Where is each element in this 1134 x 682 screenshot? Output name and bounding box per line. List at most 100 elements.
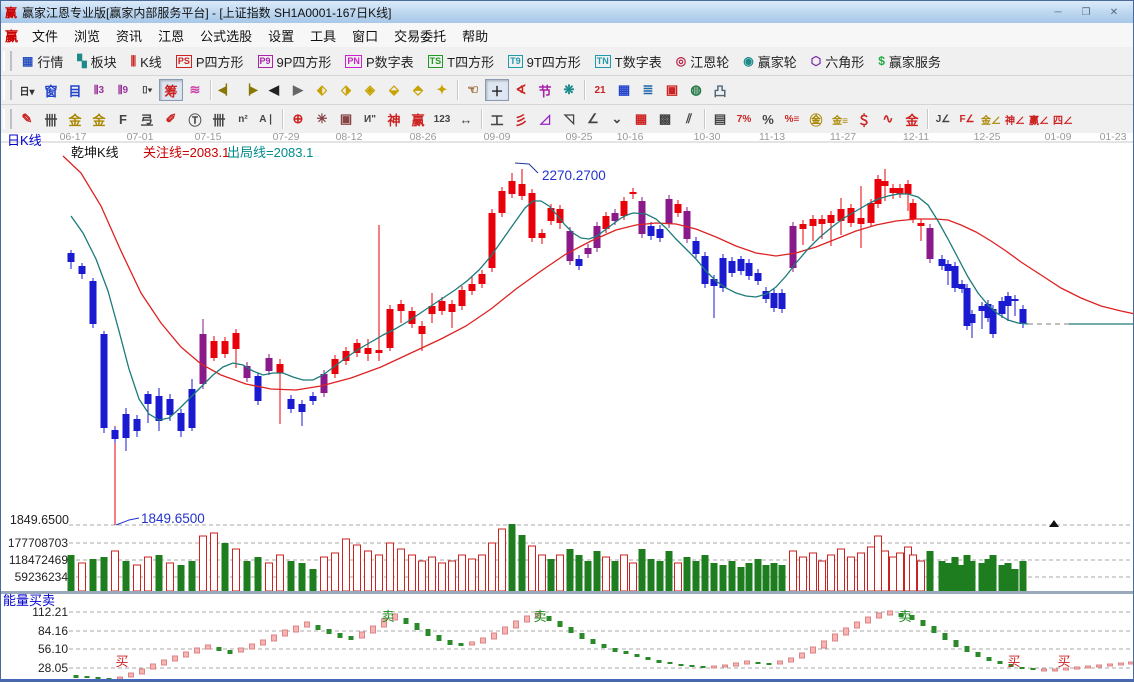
toolbar-button-box-fan[interactable]: ◿ bbox=[533, 108, 557, 130]
toolbar-button-t-square[interactable]: TST四方形 bbox=[421, 49, 501, 74]
menu-item-2[interactable]: 资讯 bbox=[108, 23, 150, 48]
toolbar-button-step-forward[interactable]: ▶ bbox=[286, 79, 310, 101]
toolbar-button-gold-red-lines[interactable]: 金 bbox=[900, 108, 924, 130]
toolbar-button-gold-circle[interactable]: ㊎ bbox=[804, 108, 828, 130]
toolbar-button-a-angle[interactable]: A❘ bbox=[255, 108, 279, 130]
toolbar-button-p-number-table[interactable]: PNP数字表 bbox=[338, 49, 420, 74]
toolbar-button-fence-plain[interactable]: 卌 bbox=[207, 108, 231, 130]
toolbar-button-knife-tool[interactable]: ✎ bbox=[15, 108, 39, 130]
menu-item-4[interactable]: 公式选股 bbox=[192, 23, 260, 48]
toolbar-button-chart-grid-3[interactable]: ⫼3 bbox=[87, 79, 111, 101]
toolbar-button-circle-star[interactable]: ✳ bbox=[310, 108, 334, 130]
toolbar-button-notes[interactable]: ≣ bbox=[636, 79, 660, 101]
toolbar-button-time-cycle[interactable]: Ⓣ bbox=[183, 108, 207, 130]
toolbar-button-shen-angle[interactable]: 神∠ bbox=[1003, 108, 1027, 130]
toolbar-button-candle-style-dropdown[interactable]: ⌷▾ bbox=[135, 79, 159, 101]
restore-button[interactable]: ❐ bbox=[1077, 7, 1095, 18]
toolbar-button-f-angle[interactable]: F∠ bbox=[955, 108, 979, 130]
toolbar-button-sectors[interactable]: ▚板块 bbox=[70, 49, 123, 74]
toolbar-button-step-back[interactable]: ◀ bbox=[262, 79, 286, 101]
toolbar-button-print[interactable]: 凸 bbox=[708, 79, 732, 101]
toolbar-button-angle-measure[interactable]: ∢ bbox=[509, 79, 533, 101]
menu-item-8[interactable]: 交易委托 bbox=[386, 23, 454, 48]
toolbar-button-bow-fence[interactable]: 弖 bbox=[135, 108, 159, 130]
toolbar-button-percent[interactable]: % bbox=[756, 108, 780, 130]
toolbar-button-hexagon[interactable]: ⬡六角形 bbox=[804, 49, 872, 74]
toolbar-button-goto-first[interactable]: ◀▏ bbox=[214, 79, 238, 101]
toolbar-button-span-arrows[interactable]: ↔ bbox=[454, 108, 478, 130]
toolbar-button-f-fence[interactable]: F bbox=[111, 108, 135, 130]
toolbar-button-winner-wheel[interactable]: ◉赢家轮 bbox=[736, 49, 804, 74]
toolbar-button-box-tool[interactable]: 工 bbox=[485, 108, 509, 130]
toolbar-button-gold-lines[interactable]: 金≡ bbox=[828, 108, 852, 130]
toolbar-button-crosshair[interactable]: ＋ bbox=[485, 79, 509, 101]
toolbar-button-percent-lines[interactable]: %≡ bbox=[780, 108, 804, 130]
toolbar-button-ying-fence[interactable]: 赢 bbox=[406, 108, 430, 130]
toolbar-button-calculator[interactable]: ▦ bbox=[612, 79, 636, 101]
toolbar-button-chart-grid-9[interactable]: ⫼9 bbox=[111, 79, 135, 101]
toolbar-button-gann-tool[interactable]: 节 bbox=[533, 79, 557, 101]
kline-chart[interactable]: 06-1707-0107-1507-2908-1208-2609-0909-25… bbox=[1, 133, 1134, 681]
toolbar-button-circle-square[interactable]: ▣ bbox=[334, 108, 358, 130]
toolbar-button-9t-square[interactable]: T99T四方形 bbox=[501, 49, 588, 74]
toolbar-button-gold-fence[interactable]: 金 bbox=[63, 108, 87, 130]
toolbar-button-circle-cross[interactable]: ⊕ bbox=[286, 108, 310, 130]
toolbar-button-kline[interactable]: ⫼K线 bbox=[124, 49, 169, 74]
toolbar-button-si-angle[interactable]: 四∠ bbox=[1051, 108, 1075, 130]
toolbar-button-gann-wheel[interactable]: ◎江恩轮 bbox=[669, 49, 737, 74]
toolbar-button-parallel-lines[interactable]: ⫽ bbox=[677, 108, 701, 130]
toolbar-button-grid-arrow[interactable]: ▩ bbox=[653, 108, 677, 130]
toolbar-button-wave-mark[interactable]: И" bbox=[358, 108, 382, 130]
toolbar-button-calendar-21[interactable]: 21 bbox=[588, 79, 612, 101]
toolbar-button-number-fence[interactable]: 123 bbox=[430, 108, 454, 130]
toolbar-button-percent-7[interactable]: 7% bbox=[732, 108, 756, 130]
toolbar-button-save[interactable]: ▣ bbox=[660, 79, 684, 101]
toolbar-button-goto-last[interactable]: ▕▶ bbox=[238, 79, 262, 101]
toolbar-button-shen-fence[interactable]: 神 bbox=[382, 108, 406, 130]
minimize-button[interactable]: ─ bbox=[1049, 7, 1067, 18]
toolbar-button-money-brush[interactable]: ＄ bbox=[852, 108, 876, 130]
menu-item-7[interactable]: 窗口 bbox=[344, 23, 386, 48]
menu-item-6[interactable]: 工具 bbox=[302, 23, 344, 48]
toolbar-button-zoom-out-horizontal[interactable]: ◈ bbox=[358, 79, 382, 101]
close-button[interactable]: ✕ bbox=[1105, 7, 1123, 18]
toolbar-button-color-volume[interactable]: ≋ bbox=[183, 79, 207, 101]
toolbar-button-wave-line[interactable]: ∿ bbox=[876, 108, 900, 130]
toolbar-button-j-angle[interactable]: J∠ bbox=[931, 108, 955, 130]
toolbar-button-zoom-right[interactable]: ⬗ bbox=[334, 79, 358, 101]
toolbar-button-drag-hand[interactable]: ☜ bbox=[461, 79, 485, 101]
toolbar-button-smart-analysis[interactable]: ❋ bbox=[557, 79, 581, 101]
toolbar-button-winner-service[interactable]: $赢家服务 bbox=[871, 49, 948, 74]
toolbar-button-export-web[interactable]: ◍ bbox=[684, 79, 708, 101]
toolbar-button-t-number-table[interactable]: TNT数字表 bbox=[588, 49, 669, 74]
menu-item-0[interactable]: 文件 bbox=[24, 23, 66, 48]
toolbar-button-fan-rays[interactable]: 彡 bbox=[509, 108, 533, 130]
toolbar-button-v-waves[interactable]: ⌄ bbox=[605, 108, 629, 130]
toolbar-button-brush-ruler[interactable]: ✐ bbox=[159, 108, 183, 130]
toolbar-button-n2-fence[interactable]: n² bbox=[231, 108, 255, 130]
energy-candle bbox=[646, 657, 651, 660]
toolbar-button-quotes[interactable]: ▦行情 bbox=[15, 49, 70, 74]
toolbar-button-fence-ruler[interactable]: 卌 bbox=[39, 108, 63, 130]
menu-item-1[interactable]: 浏览 bbox=[66, 23, 108, 48]
toolbar-button-zoom-left[interactable]: ⬖ bbox=[310, 79, 334, 101]
menu-item-9[interactable]: 帮助 bbox=[454, 23, 496, 48]
toolbar-button-gold-fence-2[interactable]: 金 bbox=[87, 108, 111, 130]
toolbar-button-gold-angle[interactable]: 金∠ bbox=[979, 108, 1003, 130]
toolbar-button-red-grid[interactable]: ▦ bbox=[629, 108, 653, 130]
toolbar-button-9p-square[interactable]: P99P四方形 bbox=[251, 49, 339, 74]
menu-item-5[interactable]: 设置 bbox=[260, 23, 302, 48]
toolbar-button-percent-table[interactable]: ▤ bbox=[708, 108, 732, 130]
toolbar-button-zoom-vertical[interactable]: ⬘ bbox=[406, 79, 430, 101]
toolbar-button-window-layout[interactable]: 窗 bbox=[39, 79, 63, 101]
toolbar-button-ying-angle[interactable]: 赢∠ bbox=[1027, 108, 1051, 130]
toolbar-button-info-panel[interactable]: 目 bbox=[63, 79, 87, 101]
toolbar-button-p-square[interactable]: PSP四方形 bbox=[169, 49, 251, 74]
menu-item-3[interactable]: 江恩 bbox=[150, 23, 192, 48]
toolbar-button-zoom-all[interactable]: ✦ bbox=[430, 79, 454, 101]
toolbar-button-period-day-dropdown[interactable]: 日▾ bbox=[15, 79, 39, 101]
toolbar-button-chip-distribution[interactable]: 筹 bbox=[159, 79, 183, 101]
toolbar-button-box-fan-2[interactable]: ◹ bbox=[557, 108, 581, 130]
toolbar-button-zoom-in-horizontal[interactable]: ⬙ bbox=[382, 79, 406, 101]
toolbar-button-pencil-angle[interactable]: ∠ bbox=[581, 108, 605, 130]
